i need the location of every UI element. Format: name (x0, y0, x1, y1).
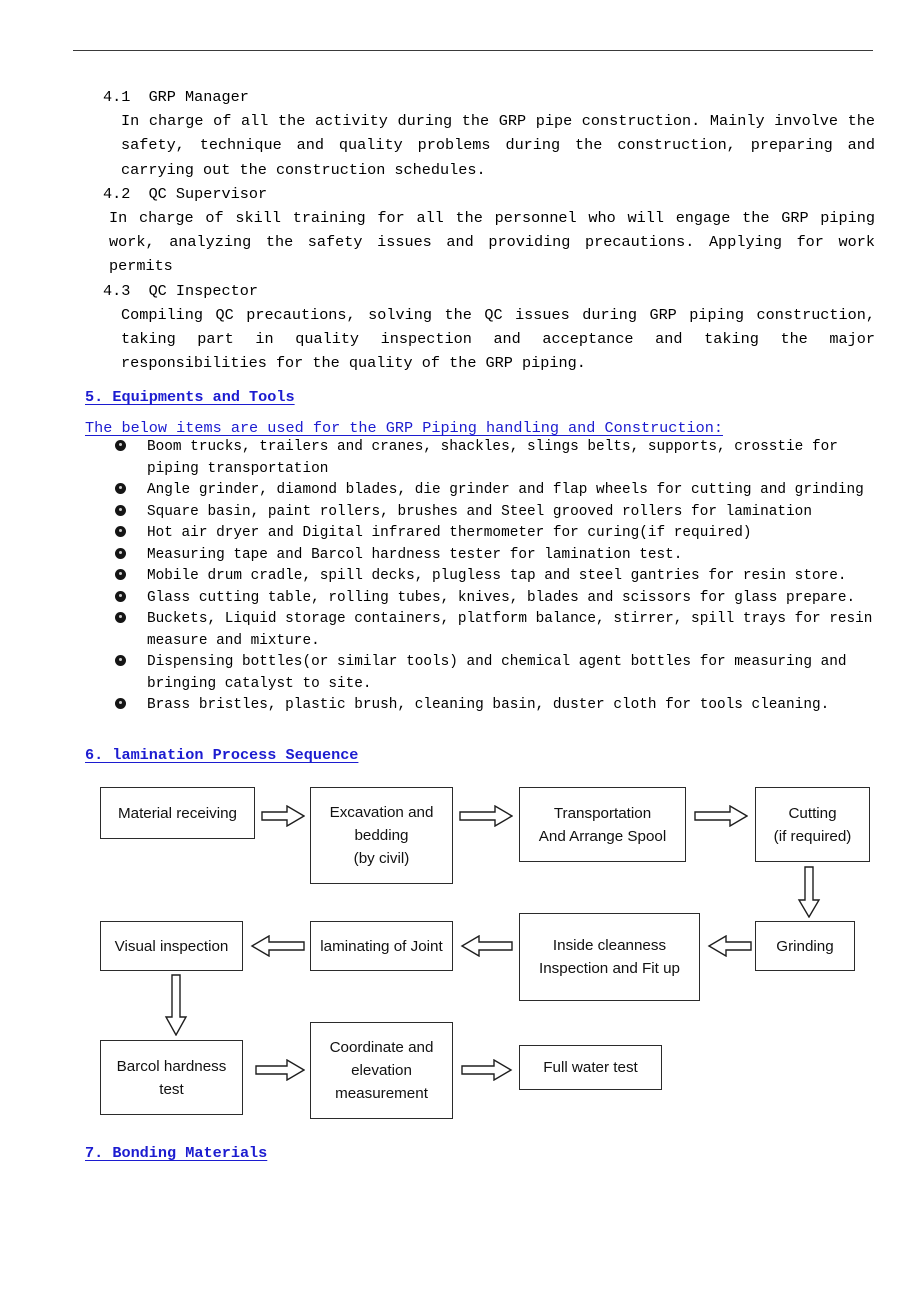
list-item-label: Square basin, paint rollers, brushes and… (147, 503, 812, 520)
flow-arrow-down-cutting-to-grinding (797, 866, 821, 918)
flow-box-cutting[interactable]: Cutting (if required) (755, 787, 870, 862)
bullet-dot-icon (85, 609, 147, 631)
flow-arrow-right-barcol-to-coordinate (255, 1059, 305, 1081)
flow-arrow-left-grinding-to-inside-cleanness (706, 935, 752, 957)
list-item: Mobile drum cradle, spill decks, plugles… (85, 566, 885, 588)
heading-equipments-intro[interactable]: The below items are used for the GRP Pip… (85, 418, 723, 438)
flow-box-transportation-spool[interactable]: Transportation And Arrange Spool (519, 787, 686, 862)
flow-box-inside-cleanness[interactable]: Inside cleanness Inspection and Fit up (519, 913, 700, 1001)
heading-bonding-materials[interactable]: 7. Bonding Materials (85, 1143, 267, 1163)
flow-box-grinding[interactable]: Grinding (755, 921, 855, 971)
list-item: Dispensing bottles(or similar tools) and… (85, 652, 885, 695)
flow-box-full-water-test[interactable]: Full water test (519, 1045, 662, 1090)
flow-arrow-left-inside-cleanness-to-laminating (459, 935, 513, 957)
flow-box-coordinate-elevation[interactable]: Coordinate and elevation measurement (310, 1022, 453, 1119)
section-heading-4-2: 4.2 QC Supervisor (103, 184, 268, 203)
list-item-label: Mobile drum cradle, spill decks, plugles… (147, 568, 847, 584)
header-rule (73, 50, 873, 51)
flow-arrow-down-visual-to-barcol (164, 974, 188, 1036)
section-heading-4-3: 4.3 QC Inspector (103, 281, 258, 300)
bullet-dot-icon (85, 502, 147, 524)
section-body-4-2: In charge of skill training for all the … (109, 209, 885, 276)
equipment-list: Boom trucks, trailers and cranes, shackl… (85, 437, 885, 717)
list-item-label: Brass bristles, plastic brush, cleaning … (147, 697, 830, 713)
list-item-label: Angle grinder, diamond blades, die grind… (147, 482, 864, 498)
bullet-dot-icon (85, 695, 147, 717)
list-item: Angle grinder, diamond blades, die grind… (85, 480, 885, 502)
flow-arrow-right-transportation-to-cutting (694, 805, 748, 827)
flow-box-visual-inspection[interactable]: Visual inspection (100, 921, 243, 971)
list-item: Glass cutting table, rolling tubes, kniv… (85, 588, 885, 610)
bullet-dot-icon (85, 545, 147, 567)
list-item-label: Buckets, Liquid storage containers, plat… (147, 611, 873, 649)
flow-arrow-right-coordinate-to-full-water-test (461, 1059, 513, 1081)
list-item: Buckets, Liquid storage containers, plat… (85, 609, 885, 652)
list-item-label: Measuring tape and Barcol hardness teste… (147, 546, 683, 563)
document-body: 4.1 GRP Manager In charge of all the act… (85, 85, 875, 375)
list-item: Brass bristles, plastic brush, cleaning … (85, 695, 885, 717)
section-body-4-1: In charge of all the activity during the… (121, 112, 885, 179)
bullet-dot-icon (85, 588, 147, 610)
flow-box-excavation-bedding[interactable]: Excavation and bedding (by civil) (310, 787, 453, 884)
heading-lamination-process-sequence[interactable]: 6. lamination Process Sequence (85, 745, 358, 765)
bullet-dot-icon (85, 523, 147, 545)
bullet-dot-icon (85, 566, 147, 588)
flow-box-material-receiving[interactable]: Material receiving (100, 787, 255, 839)
section-heading-4-1: 4.1 GRP Manager (103, 88, 249, 106)
bullet-dot-icon (85, 652, 147, 674)
list-item: Boom trucks, trailers and cranes, shackl… (85, 437, 885, 480)
bullet-dot-icon (85, 437, 147, 459)
bullet-dot-icon (85, 480, 147, 502)
list-item: Square basin, paint rollers, brushes and… (85, 502, 885, 524)
flow-arrow-right-material-to-excavation (261, 805, 305, 827)
list-item-label: Glass cutting table, rolling tubes, kniv… (147, 589, 856, 606)
list-item-label: Dispensing bottles(or similar tools) and… (147, 654, 847, 692)
heading-equipments-and-tools[interactable]: 5. Equipments and Tools (85, 387, 295, 407)
section-body-4-3: Compiling QC precautions, solving the QC… (121, 305, 885, 373)
list-item-label: Boom trucks, trailers and cranes, shackl… (147, 439, 838, 477)
flow-box-laminating-joint[interactable]: laminating of Joint (310, 921, 453, 971)
document-page: 4.1 GRP Manager In charge of all the act… (0, 0, 920, 1302)
list-item: Hot air dryer and Digital infrared therm… (85, 523, 885, 545)
flow-arrow-right-excavation-to-transportation (459, 805, 513, 827)
flow-arrow-left-laminating-to-visual-inspection (249, 935, 305, 957)
list-item: Measuring tape and Barcol hardness teste… (85, 545, 885, 567)
flow-box-barcol-hardness[interactable]: Barcol hardness test (100, 1040, 243, 1115)
list-item-label: Hot air dryer and Digital infrared therm… (147, 525, 752, 541)
